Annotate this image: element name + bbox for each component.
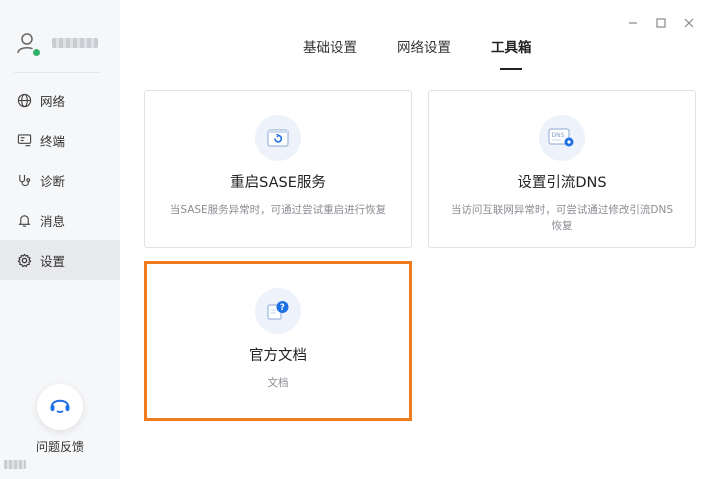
card-title: 重启SASE服务 bbox=[230, 175, 326, 191]
terminal-icon bbox=[16, 132, 32, 148]
feedback: 问题反馈 bbox=[30, 384, 90, 455]
sidebar-item-network[interactable]: 网络 bbox=[0, 80, 120, 120]
sidebar: 网络 终端 诊断 消息 设置 问题反馈 bbox=[0, 0, 120, 479]
version-masked bbox=[4, 460, 26, 469]
globe-icon bbox=[16, 92, 32, 108]
official-docs-card[interactable]: ? 官方文档 文档 bbox=[144, 261, 412, 421]
headset-icon bbox=[47, 392, 73, 422]
sidebar-item-label: 网络 bbox=[40, 93, 66, 109]
restart-window-icon bbox=[255, 115, 301, 161]
sidebar-item-label: 终端 bbox=[40, 133, 66, 149]
card-title: 官方文档 bbox=[249, 348, 307, 364]
card-description: 文档 bbox=[267, 377, 289, 389]
bell-icon bbox=[16, 212, 32, 228]
user-profile[interactable] bbox=[14, 30, 98, 58]
set-dns-card[interactable]: DNS 设置引流DNS 当访问互联网异常时，可尝试通过修改引流DNS恢复 bbox=[428, 90, 696, 248]
dns-icon-text: DNS bbox=[552, 132, 565, 139]
settings-tabs: 基础设置 网络设置 工具箱 bbox=[303, 36, 572, 68]
svg-text:?: ? bbox=[280, 303, 285, 313]
sidebar-item-label: 设置 bbox=[40, 253, 66, 269]
sidebar-item-label: 诊断 bbox=[40, 173, 66, 189]
sidebar-item-label: 消息 bbox=[40, 213, 66, 229]
tab-toolbox[interactable]: 工具箱 bbox=[491, 36, 532, 68]
sidebar-item-terminal[interactable]: 终端 bbox=[0, 120, 120, 160]
stethoscope-icon bbox=[16, 172, 32, 188]
card-description: 当访问互联网异常时，可尝试通过修改引流DNS恢复 bbox=[450, 204, 674, 232]
sidebar-nav: 网络 终端 诊断 消息 设置 bbox=[0, 80, 120, 280]
close-icon[interactable] bbox=[682, 16, 696, 30]
minimize-icon[interactable] bbox=[626, 16, 640, 30]
card-description: 当SASE服务异常时，可通过尝试重启进行恢复 bbox=[169, 204, 387, 216]
document-help-icon: ? bbox=[255, 288, 301, 334]
username-masked bbox=[52, 38, 98, 48]
card-title: 设置引流DNS bbox=[517, 175, 607, 191]
sidebar-item-settings[interactable]: 设置 bbox=[0, 240, 120, 280]
feedback-label: 问题反馈 bbox=[35, 440, 84, 454]
sidebar-item-diagnosis[interactable]: 诊断 bbox=[0, 160, 120, 200]
tab-basic-settings[interactable]: 基础设置 bbox=[303, 36, 357, 68]
sidebar-item-messages[interactable]: 消息 bbox=[0, 200, 120, 240]
window-controls bbox=[626, 16, 696, 30]
restart-sase-card[interactable]: 重启SASE服务 当SASE服务异常时，可通过尝试重启进行恢复 bbox=[144, 90, 412, 248]
maximize-icon[interactable] bbox=[654, 16, 668, 30]
divider bbox=[14, 72, 100, 73]
online-status-dot bbox=[31, 47, 42, 58]
user-avatar-icon[interactable] bbox=[14, 30, 42, 58]
feedback-button[interactable] bbox=[37, 384, 83, 430]
dns-settings-icon: DNS bbox=[539, 115, 585, 161]
gear-icon bbox=[16, 252, 32, 268]
tab-network-settings[interactable]: 网络设置 bbox=[397, 36, 451, 68]
